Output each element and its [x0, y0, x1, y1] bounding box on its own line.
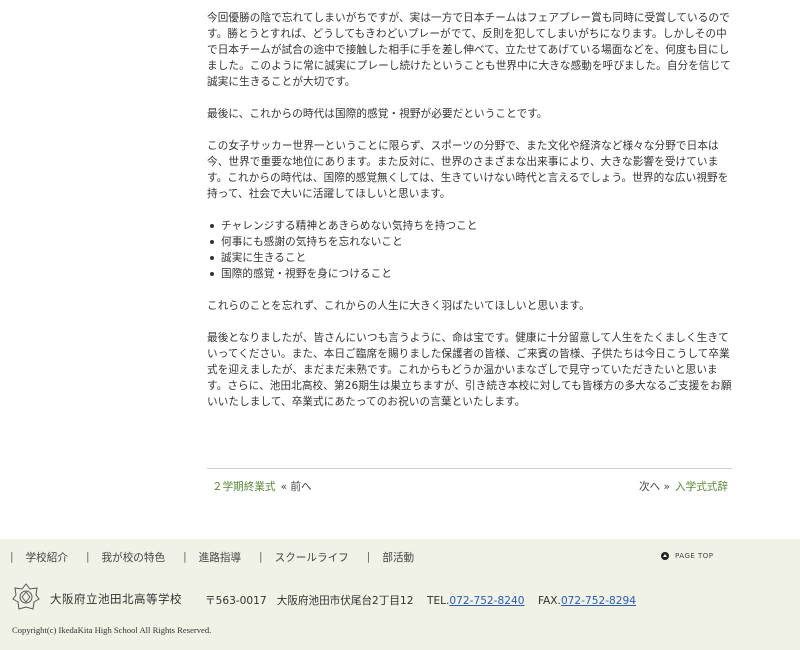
next-post: 次へ » 入学式式辞 — [634, 479, 728, 494]
article-paragraph: この女子サッカー世界一ということに限らず、スポーツの分野で、また文化や経済など様… — [207, 140, 729, 200]
previous-label[interactable]: « 前へ — [281, 481, 312, 493]
list-item: 誠実に生きること — [210, 250, 732, 266]
footer-nav-item-features[interactable]: 我が校の特色 — [96, 550, 172, 565]
page-top-link[interactable]: PAGE TOP — [661, 552, 714, 560]
list-item: チャレンジする精神とあきらめない気持ちを持つこと — [210, 218, 732, 234]
postal-code: 〒563-0017 — [205, 595, 267, 607]
nav-separator: | — [259, 551, 263, 563]
street-address: 大阪府池田市伏尾台2丁目12 — [276, 595, 414, 607]
bullet-list: チャレンジする精神とあきらめない気持ちを持つこと 何事にも感謝の気持ちを忘れない… — [207, 218, 732, 282]
article-paragraph: 最後となりましたが、皆さんにいつも言うように、命は宝です。健康に十分留意して人生… — [207, 332, 732, 408]
fax-link[interactable]: 072-752-8294 — [561, 595, 636, 607]
nav-separator: | — [366, 551, 371, 563]
previous-post: ２学期終業式 « 前へ — [212, 479, 317, 494]
tel-link[interactable]: 072-752-8240 — [449, 595, 524, 607]
footer-nav-item-clubs[interactable]: 部活動 — [376, 550, 420, 565]
school-crest-icon — [12, 583, 40, 610]
nav-separator: | — [183, 551, 187, 563]
footer-nav: | 学校紹介 | 我が校の特色 | 進路指導 | スクールライフ | 部活動 — [0, 550, 420, 564]
list-item: 何事にも感謝の気持ちを忘れないこと — [210, 234, 732, 250]
fax-label: FAX. — [537, 595, 561, 607]
footer-nav-item-school-life[interactable]: スクールライフ — [269, 550, 355, 565]
circle-up-arrow-icon — [661, 552, 669, 560]
page-top-label: PAGE TOP — [675, 552, 714, 560]
article-paragraph: 最後に、これからの時代は国際的感覚・視野が必要だということです。 — [207, 108, 548, 120]
next-label[interactable]: 次へ » — [639, 481, 670, 493]
article-body: 今回優勝の陰で忘れてしまいがちですが、実は一方で日本チームはフェアプレー賞も同時… — [207, 10, 732, 426]
footer-nav-item-school-intro[interactable]: 学校紹介 — [20, 550, 74, 565]
post-navigation: ２学期終業式 « 前へ 次へ » 入学式式辞 — [207, 468, 732, 495]
article-paragraph: 今回優勝の陰で忘れてしまいがちですが、実は一方で日本チームはフェアプレー賞も同時… — [207, 12, 731, 88]
next-post-link[interactable]: 入学式式辞 — [675, 481, 728, 493]
article-paragraph: これらのことを忘れず、これからの人生に大きく羽ばたいてほしいと思います。 — [207, 300, 590, 312]
previous-post-link[interactable]: ２学期終業式 — [212, 481, 276, 493]
tel-label: TEL. — [426, 595, 450, 607]
school-name: 大阪府立池田北高等学校 — [50, 592, 182, 606]
copyright: Copyright(c) IkedaKita High School All R… — [12, 625, 212, 635]
footer-nav-item-career[interactable]: 進路指導 — [193, 550, 247, 565]
nav-separator: | — [85, 551, 90, 563]
footer: | 学校紹介 | 我が校の特色 | 進路指導 | スクールライフ | 部活動 P… — [0, 539, 800, 650]
list-item: 国際的感覚・視野を身につけること — [210, 266, 732, 282]
contact-info: 〒563-0017 大阪府池田市伏尾台2丁目12 TEL.072-752-824… — [205, 593, 636, 608]
nav-separator: | — [10, 551, 14, 563]
